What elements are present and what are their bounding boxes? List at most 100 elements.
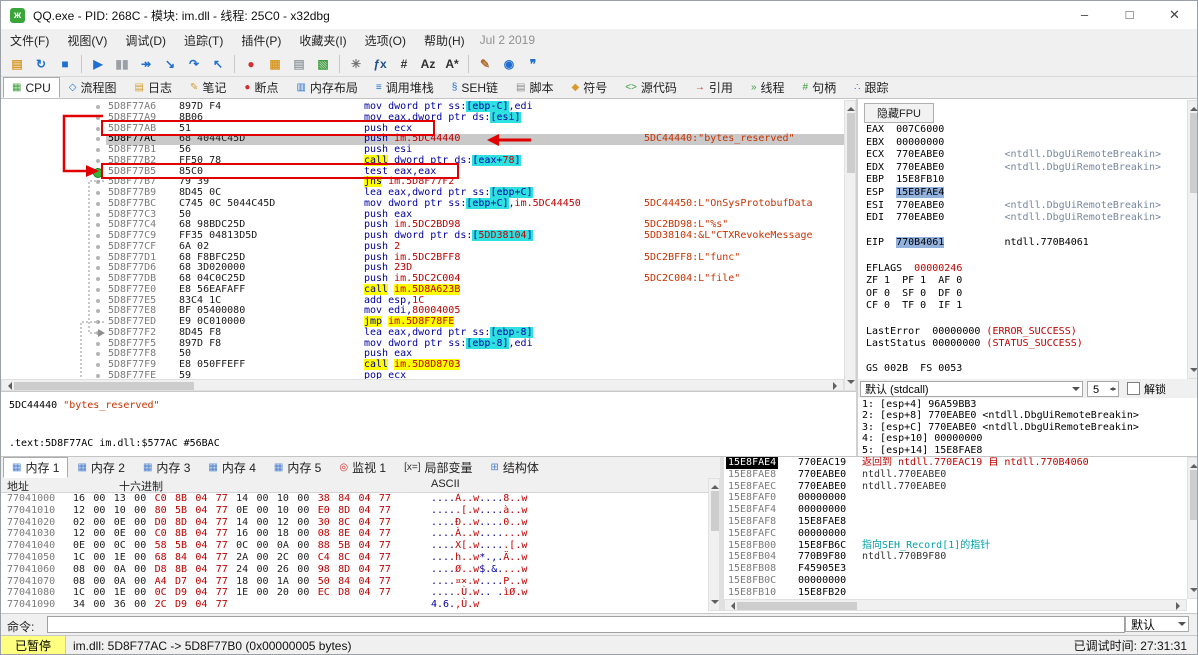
step-over-button[interactable]: ↷	[183, 54, 205, 74]
run-to-user-code-button[interactable]: ↠	[135, 54, 157, 74]
row-dot[interactable]	[96, 191, 100, 195]
register-line[interactable]	[866, 313, 1185, 326]
disasm-row[interactable]: 5D8F77A9 8B06 mov eax,dword ptr ds:[esi]	[1, 111, 844, 124]
memory-row[interactable]: 77041020 02 00 0E 00 D0 8D 04 77 14 00 12 00 30 8C 04 77…	[1, 517, 708, 529]
stack-row[interactable]: 15E8FB04 770B9F80 ntdll.770B9F80	[724, 551, 1187, 563]
register-line[interactable]: LastError 00000000 (ERROR_SUCCESS)	[866, 326, 1185, 339]
menu-item-1[interactable]: 视图(V)	[58, 32, 116, 49]
register-line[interactable]	[866, 351, 1185, 364]
log-window-button[interactable]: ▤	[288, 54, 310, 74]
row-dot[interactable]	[96, 277, 100, 281]
register-line[interactable]: EDI 770EABE0 <ntdll.DbgUiRemoteBreakin>	[866, 212, 1185, 225]
memory-v-scrollbar[interactable]	[708, 478, 720, 611]
row-dot[interactable]	[96, 105, 100, 109]
argument-line[interactable]: 2: [esp+8] 770EABE0 <ntdll.DbgUiRemoteBr…	[858, 410, 1187, 421]
row-dot[interactable]	[96, 266, 100, 271]
menu-item-0[interactable]: 文件(F)	[1, 32, 58, 49]
stack-row[interactable]: 15E8FAF0 00000000	[724, 492, 1187, 504]
tab-script[interactable]: ▤ 脚本	[507, 77, 562, 98]
tab-struct[interactable]: ⊞ 结构体	[482, 457, 548, 478]
row-dot[interactable]	[96, 330, 100, 335]
memory-row[interactable]: 77041070 08 00 0A 00 A4 D7 04 77 18 00 1A 00 50 84 04 77…	[1, 576, 708, 588]
row-dot[interactable]	[96, 309, 100, 314]
stack-row[interactable]: 15E8FB00 15E8FB6C 指向SEH_Record[1]的指针	[724, 540, 1187, 552]
step-into-button[interactable]: ↘	[159, 54, 181, 74]
row-dot[interactable]	[96, 320, 100, 324]
menu-item-4[interactable]: 插件(P)	[232, 32, 290, 49]
menu-item-7[interactable]: 帮助(H)	[415, 32, 474, 49]
tab-graph[interactable]: ◇ 流程图	[60, 77, 126, 98]
run-button[interactable]: ▶	[87, 54, 109, 74]
register-line[interactable]: EAX 007C6000	[866, 124, 1185, 137]
memory-row[interactable]: 77041010 12 00 10 00 80 5B 04 77 0E 00 10 00 E0 8D 04 77…	[1, 505, 708, 517]
stack-row[interactable]: 15E8FB10 15E8FB20	[724, 587, 1187, 599]
menu-item-2[interactable]: 调试(D)	[116, 32, 175, 49]
tab-source[interactable]: <> 源代码	[616, 77, 686, 98]
tab-cpu[interactable]: ▦ CPU	[3, 77, 60, 98]
row-dot[interactable]	[96, 373, 100, 378]
arg-count-stepper[interactable]: 5	[1087, 380, 1119, 397]
tab-watch-1[interactable]: ◎ 监视 1	[330, 457, 395, 478]
register-line[interactable]: GS 002B FS 0053	[866, 363, 1185, 376]
stack-row[interactable]: 15E8FB0C 00000000	[724, 575, 1187, 587]
argument-line[interactable]: 5: [esp+14] 15E8FAE8	[858, 445, 1187, 456]
annotate-button[interactable]: ✎	[474, 54, 496, 74]
register-line[interactable]: EBX 00000000	[866, 137, 1185, 150]
memory-map-button[interactable]: ▦	[264, 54, 286, 74]
row-dot[interactable]	[96, 223, 100, 228]
register-line[interactable]: ECX 770EABE0 <ntdll.DbgUiRemoteBreakin>	[866, 149, 1185, 162]
disasm-v-scrollbar[interactable]	[844, 100, 856, 391]
hide-fpu-button[interactable]: 隐藏FPU	[864, 103, 934, 123]
pause-button[interactable]: ▮▮	[111, 54, 133, 74]
assemble-button[interactable]: Az	[417, 54, 439, 74]
tab-symbols[interactable]: ◆ 符号	[563, 77, 617, 98]
tab-threads[interactable]: » 线程	[742, 77, 794, 98]
argument-line[interactable]: 1: [esp+4] 96A59BB3	[858, 399, 1187, 410]
row-dot[interactable]	[96, 287, 100, 292]
memory-row[interactable]: 77041040 0E 00 0C 00 58 5B 04 77 0C 00 0A 00 88 5B 04 77…	[1, 540, 708, 552]
restart-button[interactable]: ↻	[30, 54, 52, 74]
row-dot[interactable]	[96, 180, 100, 185]
row-dot[interactable]	[96, 352, 100, 357]
breakpoint-button[interactable]: ●	[240, 54, 262, 74]
tab-seh-chain[interactable]: § SEH链	[443, 77, 507, 98]
menu-item-5[interactable]: 收藏夹(I)	[290, 32, 355, 49]
row-dot[interactable]	[96, 158, 100, 163]
register-line[interactable]: CF 0 TF 0 IF 1	[866, 300, 1185, 313]
argument-line[interactable]: 4: [esp+10] 00000000	[858, 433, 1187, 444]
row-dot[interactable]	[96, 201, 100, 206]
find-pattern-button[interactable]: A*	[441, 54, 463, 74]
tab-breakpoints[interactable]: ● 断点	[235, 77, 287, 98]
breakpoint-dot[interactable]	[93, 167, 103, 178]
tab-handles[interactable]: # 句柄	[794, 77, 846, 98]
memory-row[interactable]: 77041050 1C 00 1E 00 68 84 04 77 2A 00 2C 00 C4 8C 04 77…	[1, 552, 708, 564]
close-button[interactable]: ✕	[1152, 1, 1197, 29]
menu-item-6[interactable]: 选项(O)	[356, 32, 415, 49]
disasm-row[interactable]: 5D8F77FE 59 pop ecx	[1, 370, 844, 379]
stack-row[interactable]: 15E8FB08 F45905E3	[724, 563, 1187, 575]
stack-row[interactable]: 15E8FAEC 770EABE0 ntdll.770EABE0	[724, 481, 1187, 493]
stack-row[interactable]: 15E8FAF4 00000000	[724, 504, 1187, 516]
row-dot[interactable]	[96, 126, 100, 131]
stop-button[interactable]: ■	[54, 54, 76, 74]
tab-memory-3[interactable]: ▦ 内存 3	[134, 457, 199, 478]
calling-convention-select[interactable]: 默认 (stdcall)	[860, 380, 1083, 397]
row-dot[interactable]	[96, 244, 100, 249]
calculator-button[interactable]: #	[393, 54, 415, 74]
script-fx-button[interactable]: ƒx	[369, 54, 391, 74]
tab-memory-4[interactable]: ▦ 内存 4	[199, 457, 264, 478]
stack-row[interactable]: 15E8FAE4 770EAC19 返回到 ntdll.770EAC19 自 ntd…	[724, 457, 1187, 469]
stack-row[interactable]: 15E8FAF8 15E8FAE8	[724, 516, 1187, 528]
stack-row[interactable]: 15E8FAE8 770EABE0 ntdll.770EABE0	[724, 469, 1187, 481]
register-line[interactable]: EBP 15E8FB10	[866, 174, 1185, 187]
row-dot[interactable]	[96, 137, 100, 142]
register-line[interactable]: OF 0 SF 0 DF 0	[866, 288, 1185, 301]
settings-button[interactable]: ✳	[345, 54, 367, 74]
row-dot[interactable]	[96, 363, 100, 367]
register-line[interactable]: LastStatus 00000000 (STATUS_SUCCESS)	[866, 338, 1185, 351]
step-out-button[interactable]: ↖	[207, 54, 229, 74]
row-dot[interactable]	[96, 234, 100, 238]
row-dot[interactable]	[96, 212, 100, 217]
tab-locals[interactable]: [x=] 局部变量	[395, 457, 481, 478]
tab-trace[interactable]: ∴ 跟踪	[845, 77, 897, 98]
